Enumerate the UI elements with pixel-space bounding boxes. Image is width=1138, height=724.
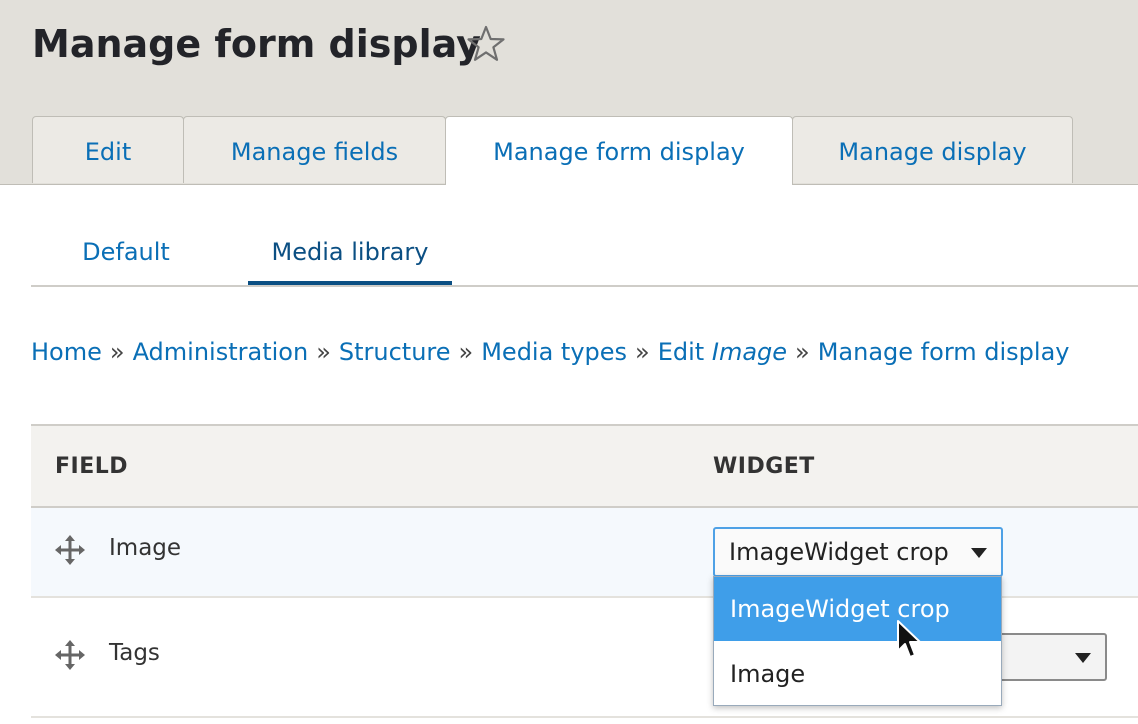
tab-manage-form-display[interactable]: Manage form display (445, 116, 793, 185)
tab-media-library[interactable]: Media library (248, 212, 452, 285)
widget-select-image[interactable]: ImageWidget crop (713, 527, 1003, 577)
column-header-widget: WIDGET (713, 454, 815, 479)
field-name-image: Image (109, 535, 182, 561)
breadcrumb-current[interactable]: Manage form display (818, 338, 1070, 366)
breadcrumb-structure[interactable]: Structure (339, 338, 451, 366)
caret-down-icon (971, 548, 987, 558)
widget-dropdown-menu: ImageWidget crop Image (713, 576, 1002, 706)
breadcrumb-edit-image[interactable]: Edit Image (658, 338, 787, 366)
secondary-tabs: Default Media library (31, 212, 1138, 287)
widget-select-value: ImageWidget crop (729, 538, 949, 566)
column-header-field: FIELD (55, 454, 129, 479)
breadcrumb-separator: » (795, 338, 810, 366)
star-icon[interactable] (466, 24, 506, 64)
breadcrumb-separator: » (458, 338, 474, 366)
dropdown-option-image[interactable]: Image (714, 642, 1001, 706)
table-header: FIELD WIDGET (31, 424, 1138, 508)
breadcrumb-separator: » (635, 338, 650, 366)
breadcrumb-edit-prefix: Edit (657, 338, 705, 366)
drag-handle-icon[interactable] (55, 640, 85, 670)
breadcrumb-media-types[interactable]: Media types (481, 338, 627, 366)
breadcrumb: Home» Administration» Structure» Media type… (31, 334, 1069, 370)
breadcrumb-separator: » (316, 338, 331, 366)
page-header: Manage form display Edit Manage fields M… (0, 0, 1138, 185)
tab-manage-display[interactable]: Manage display (792, 116, 1073, 183)
tab-edit[interactable]: Edit (32, 116, 184, 183)
breadcrumb-home[interactable]: Home (31, 338, 102, 366)
tab-default[interactable]: Default (31, 212, 221, 285)
field-name-tags: Tags (109, 640, 160, 666)
breadcrumb-edit-entity: Image (711, 338, 788, 366)
mouse-pointer-icon (896, 619, 924, 663)
breadcrumb-separator: » (109, 338, 125, 366)
page-title: Manage form display (32, 22, 481, 66)
breadcrumb-administration[interactable]: Administration (133, 338, 309, 366)
dropdown-option-imagewidget-crop[interactable]: ImageWidget crop (714, 577, 1001, 641)
drag-handle-icon[interactable] (55, 535, 85, 565)
caret-down-icon (1075, 653, 1091, 663)
tab-manage-fields[interactable]: Manage fields (183, 116, 446, 183)
